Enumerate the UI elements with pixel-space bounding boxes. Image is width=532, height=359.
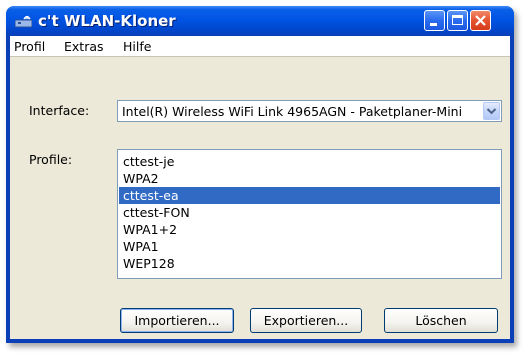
maximize-icon [452, 15, 463, 25]
minimize-button[interactable] [424, 10, 445, 31]
list-item[interactable]: cttest-je [119, 153, 500, 170]
menu-profil[interactable]: Profil [14, 39, 45, 54]
import-button[interactable]: Importieren... [120, 308, 234, 333]
export-button[interactable]: Exportieren... [250, 308, 362, 333]
delete-button[interactable]: Löschen [384, 308, 498, 333]
title-bar[interactable]: c't WLAN-Kloner [6, 6, 514, 36]
list-item[interactable]: WPA1+2 [119, 221, 500, 238]
wlan-app-icon [15, 15, 32, 28]
profiles-list[interactable]: cttest-je WPA2 cttest-ea cttest-FON WPA1… [117, 149, 502, 279]
list-item[interactable]: WEP128 [119, 255, 500, 272]
interface-label: Interface: [29, 103, 90, 118]
menu-extras[interactable]: Extras [64, 39, 104, 54]
menu-hilfe[interactable]: Hilfe [123, 39, 151, 54]
list-item-selected[interactable]: cttest-ea [119, 187, 500, 204]
window-title: c't WLAN-Kloner [38, 12, 176, 30]
list-item[interactable]: WPA1 [119, 238, 500, 255]
app-window: c't WLAN-Kloner Profil Extras Hilfe Inte… [6, 6, 514, 343]
dropdown-button[interactable] [483, 102, 500, 120]
interface-value: Intel(R) Wireless WiFi Link 4965AGN - Pa… [122, 104, 463, 119]
close-icon [475, 15, 486, 26]
chevron-down-icon [486, 108, 497, 115]
profiles-label: Profile: [29, 152, 73, 167]
close-button[interactable] [470, 10, 491, 31]
window-client-area: Profil Extras Hilfe Interface: Intel(R) … [10, 36, 510, 339]
menu-bar: Profil Extras Hilfe [10, 36, 510, 57]
interface-select[interactable]: Intel(R) Wireless WiFi Link 4965AGN - Pa… [117, 100, 502, 122]
maximize-button[interactable] [447, 10, 468, 31]
minimize-icon [430, 23, 437, 26]
list-item[interactable]: cttest-FON [119, 204, 500, 221]
list-item[interactable]: WPA2 [119, 170, 500, 187]
